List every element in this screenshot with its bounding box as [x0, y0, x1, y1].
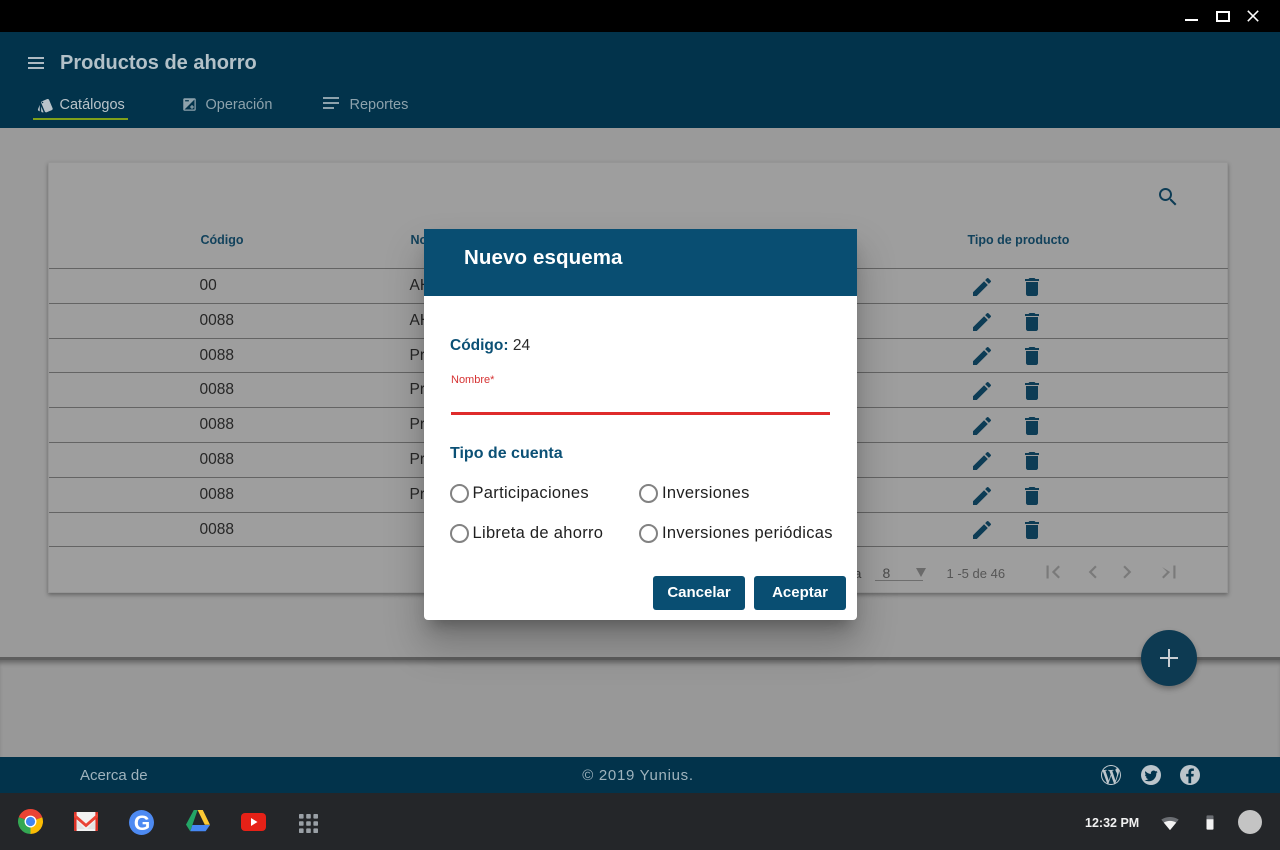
svg-text:G: G	[134, 812, 150, 835]
